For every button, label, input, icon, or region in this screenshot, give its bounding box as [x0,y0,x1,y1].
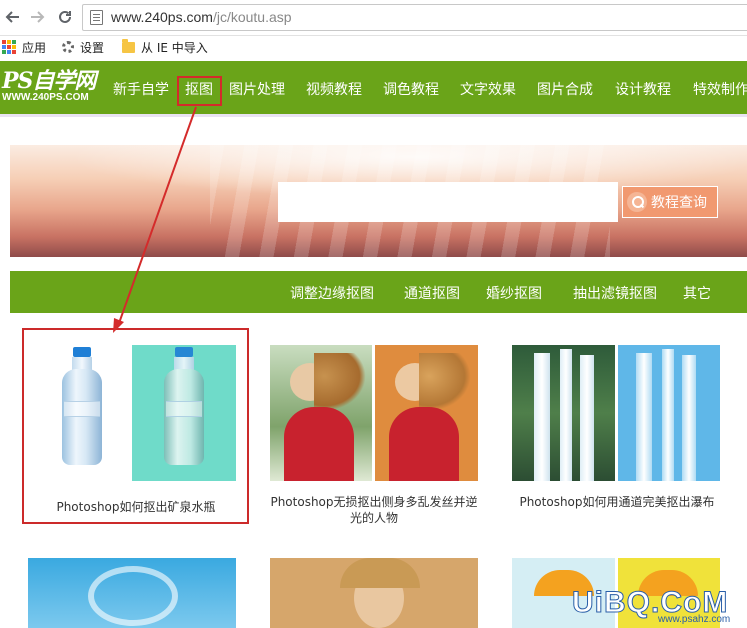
watermark: UiBQ.CoM www.psahz.com [571,586,731,626]
annotation-arrow [113,106,197,333]
